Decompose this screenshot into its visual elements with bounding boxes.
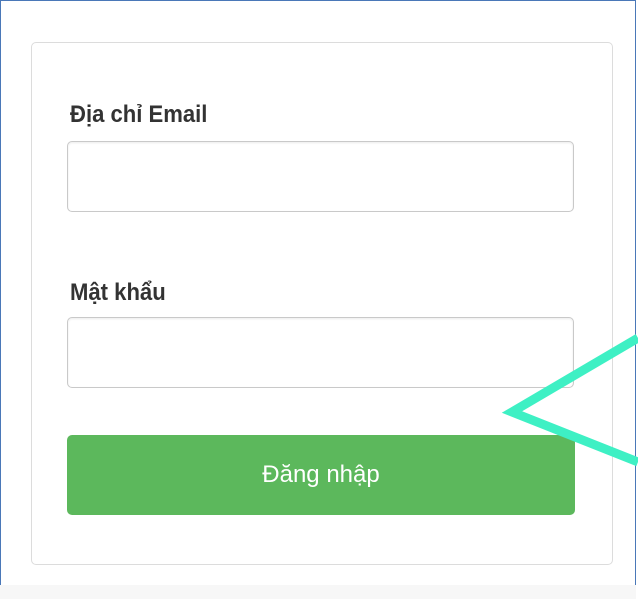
page-footer-strip [0,585,636,599]
arrow-pointer-icon [501,334,638,467]
password-input[interactable] [67,317,574,388]
password-label: Mật khẩu [70,279,166,306]
login-button[interactable]: Đăng nhập [67,435,575,515]
email-label: Địa chỉ Email [70,101,208,128]
email-input[interactable] [67,141,574,212]
